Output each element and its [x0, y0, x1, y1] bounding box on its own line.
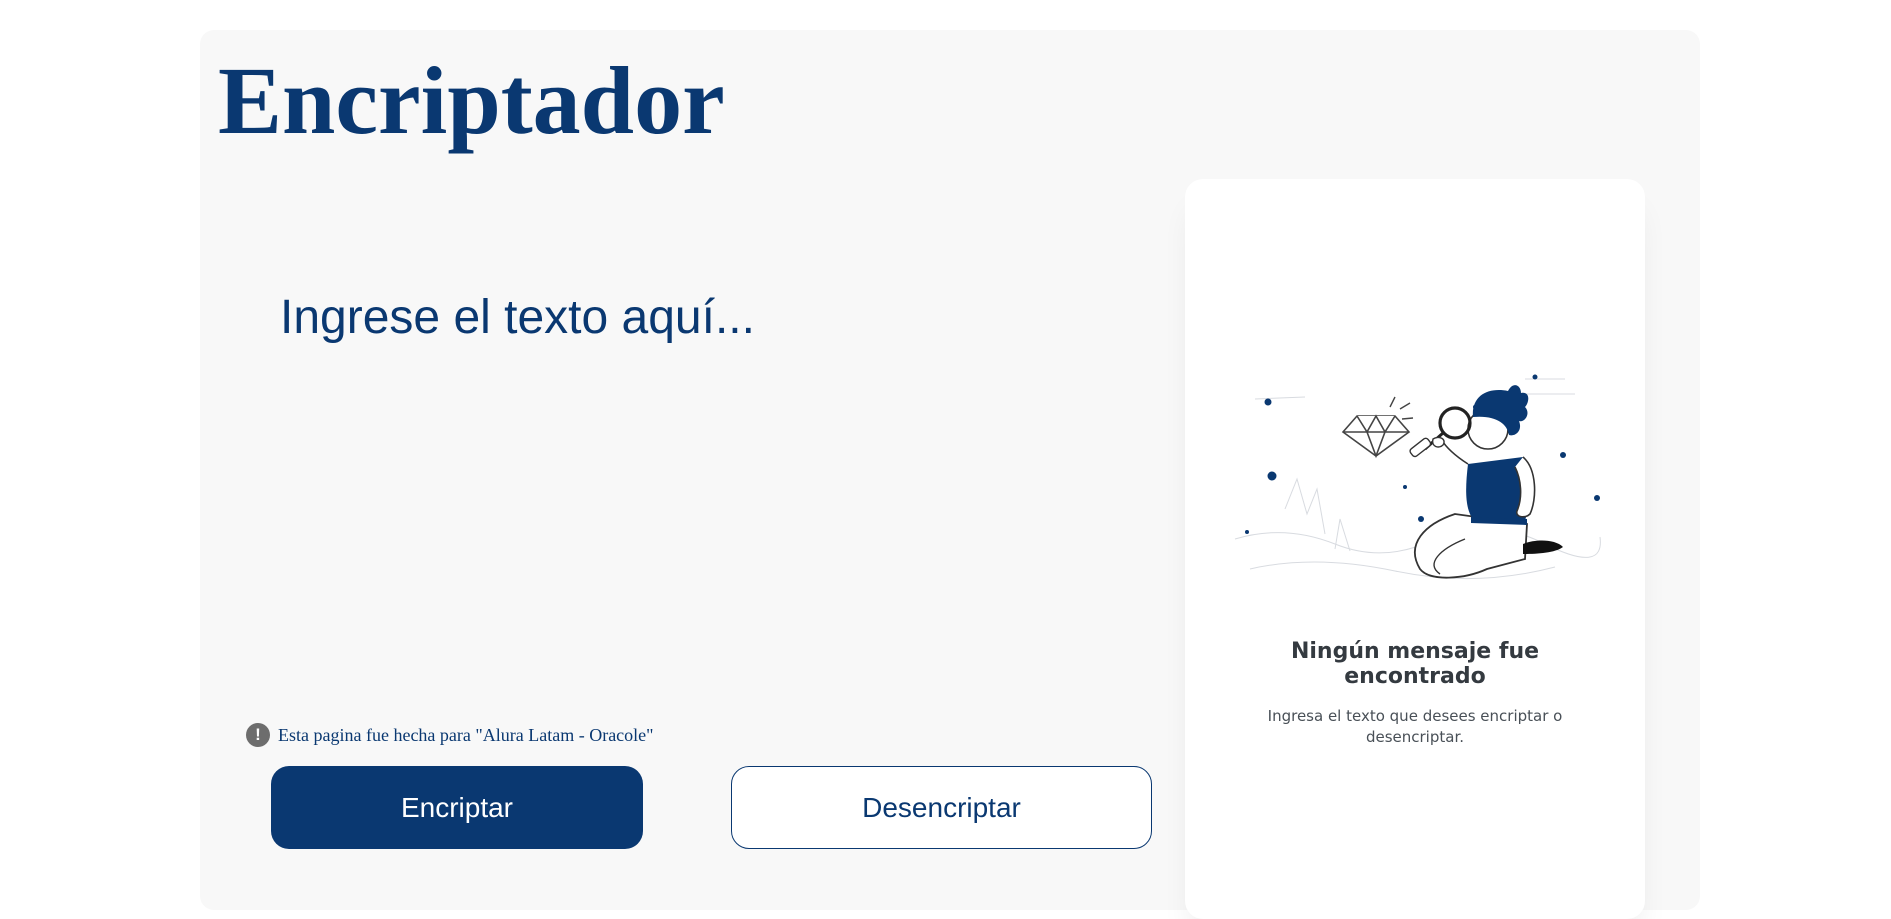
text-input[interactable] [260, 270, 1120, 710]
output-card: Ningún mensaje fue encontrado Ingresa el… [1185, 179, 1645, 919]
logo-title: Encriptador [218, 47, 725, 154]
no-message-title: Ningún mensaje fue encontrado [1290, 639, 1540, 690]
exclamation-circle-icon: ! [246, 723, 270, 747]
notice: ! Esta pagina fue hecha para "Alura Lata… [246, 723, 654, 747]
main-container: Encriptador ! Esta pagina fue hecha para… [200, 30, 1700, 919]
no-message-description: Ingresa el texto que desees encriptar o … [1267, 707, 1563, 746]
encrypt-button[interactable]: Encriptar [271, 766, 643, 849]
notice-text: Esta pagina fue hecha para "Alura Latam … [278, 724, 654, 745]
person-magnifying-glass-illustration [1234, 374, 1601, 580]
decrypt-button[interactable]: Desencriptar [731, 766, 1152, 849]
